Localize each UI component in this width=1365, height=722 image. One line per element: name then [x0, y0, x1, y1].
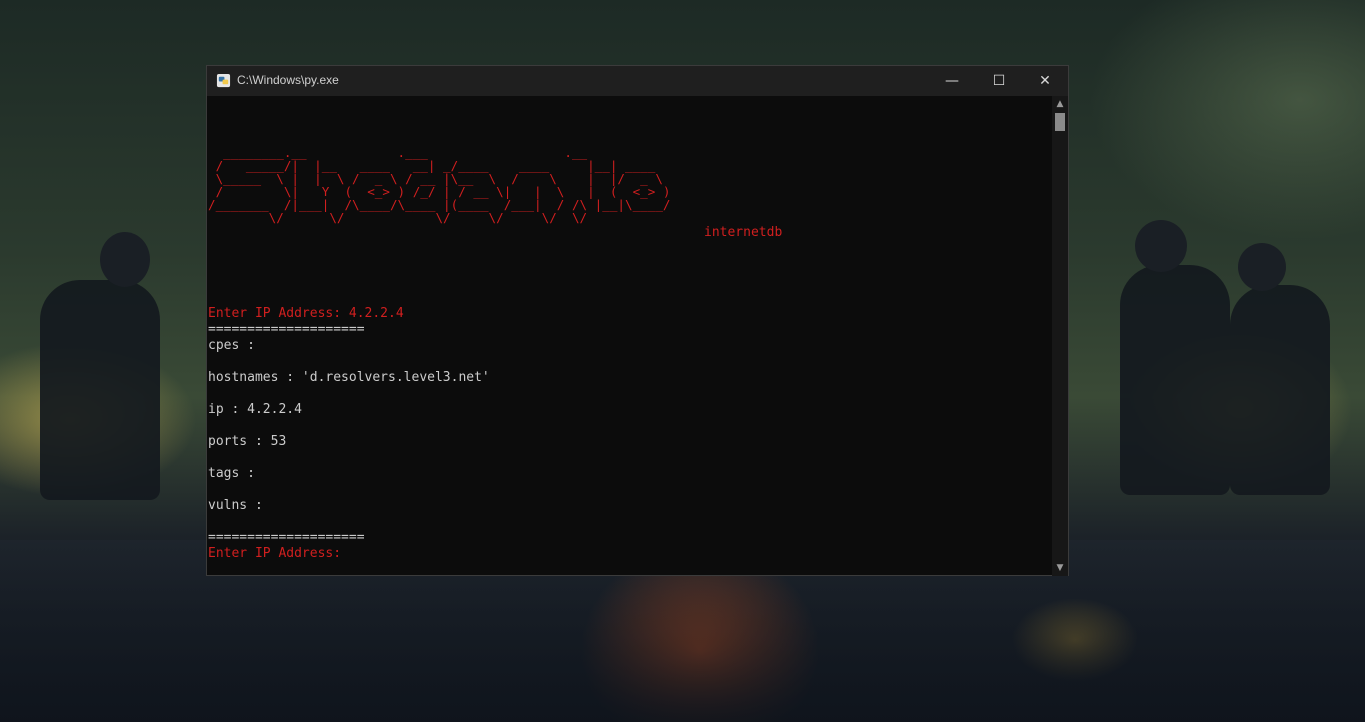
maximize-button[interactable]: ☐	[976, 66, 1022, 96]
chevron-up-icon[interactable]: ▲	[1052, 96, 1068, 112]
window-title: C:\Windows\py.exe	[237, 73, 339, 87]
vertical-scrollbar[interactable]: ▲ ▼	[1052, 96, 1068, 576]
wallpaper-head-right-2	[1238, 243, 1286, 291]
wallpaper-head-left	[100, 232, 150, 287]
ascii-banner: ________.__ .___ .__ / _____/| |__ ____ …	[208, 145, 671, 225]
console-line: hostnames : 'd.resolvers.level3.net'	[208, 370, 490, 385]
console-line: Enter IP Address:	[208, 546, 349, 561]
console-line: ip : 4.2.2.4	[208, 402, 302, 417]
console-line: Enter IP Address: 4.2.2.4	[208, 306, 404, 321]
wallpaper-figure-left	[40, 280, 160, 500]
wallpaper-figure-right-1	[1120, 265, 1230, 495]
console-line: tags :	[208, 466, 255, 481]
close-button[interactable]: ✕	[1022, 66, 1068, 96]
wallpaper-head-right-1	[1135, 220, 1187, 272]
console-output[interactable]: ________.__ .___ .__ / _____/| |__ ____ …	[207, 96, 1053, 576]
chevron-down-icon[interactable]: ▼	[1052, 560, 1068, 576]
console-line: vulns :	[208, 498, 263, 513]
close-icon: ✕	[1039, 73, 1051, 89]
console-line: ====================	[208, 322, 365, 337]
title-bar[interactable]: C:\Windows\py.exe — ☐ ✕	[207, 66, 1068, 96]
minimize-button[interactable]: —	[929, 66, 975, 96]
minimize-icon: —	[945, 73, 959, 89]
maximize-icon: ☐	[992, 73, 1006, 89]
scrollbar-thumb[interactable]	[1055, 113, 1065, 131]
console-line: ====================	[208, 530, 365, 545]
console-line: cpes :	[208, 338, 255, 353]
console-line: ports : 53	[208, 434, 287, 449]
banner-tagline: internetdb	[704, 225, 783, 240]
wallpaper-figure-right-2	[1230, 285, 1330, 495]
python-launcher-icon	[216, 73, 231, 88]
console-window[interactable]: C:\Windows\py.exe — ☐ ✕ ________.__ .___…	[206, 65, 1069, 576]
